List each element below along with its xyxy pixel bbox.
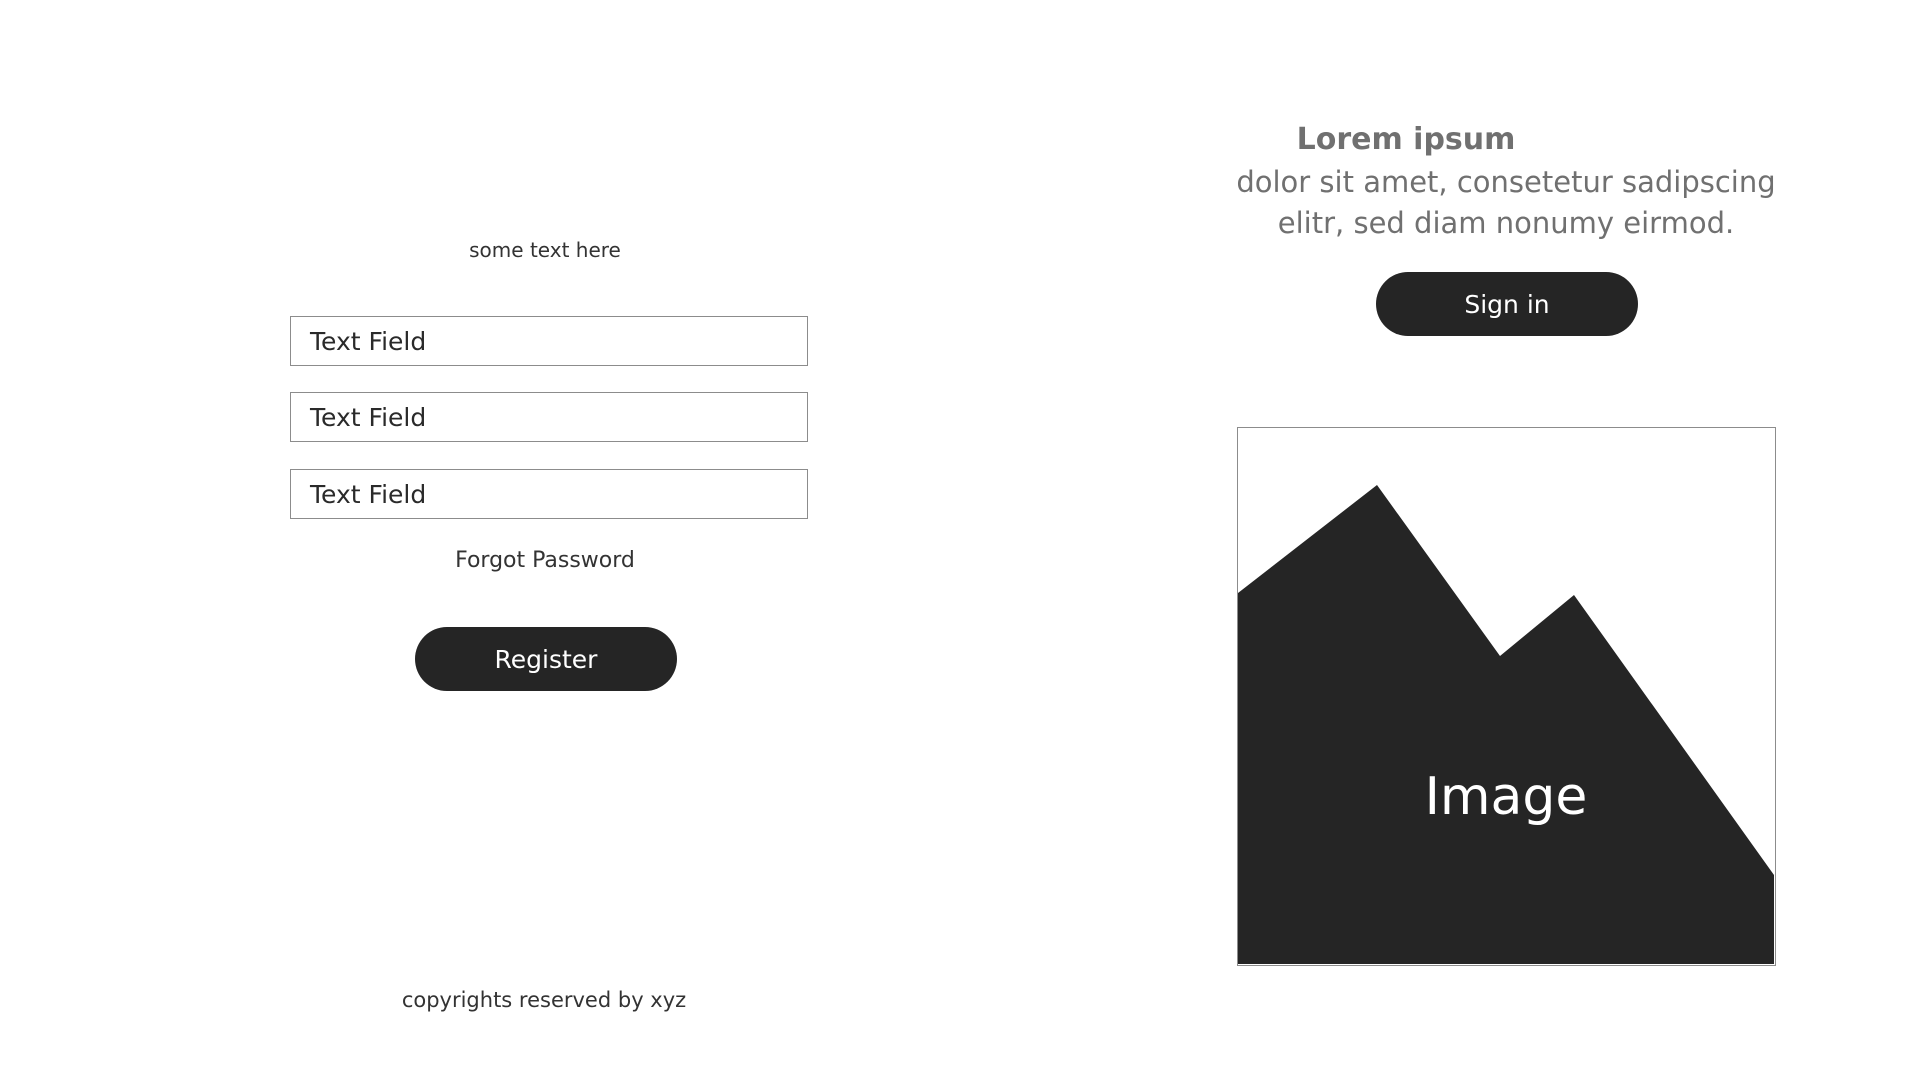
text-field-1[interactable]: Text Field xyxy=(290,316,808,366)
image-placeholder-label: Image xyxy=(1424,767,1588,827)
text-field-2-value: Text Field xyxy=(310,402,427,432)
sign-in-button[interactable]: Sign in xyxy=(1376,272,1638,336)
promo-title: Lorem ipsum xyxy=(1296,122,1516,157)
mountain-image-icon xyxy=(1238,485,1774,964)
copyright-text: copyrights reserved by xyz xyxy=(401,988,687,1012)
register-button-label: Register xyxy=(494,644,598,674)
text-field-2[interactable]: Text Field xyxy=(290,392,808,442)
forgot-password-link[interactable]: Forgot Password xyxy=(290,548,800,573)
register-button[interactable]: Register xyxy=(415,627,677,691)
promo-body: dolor sit amet, consetetur sadipscing el… xyxy=(1236,165,1776,240)
text-field-1-value: Text Field xyxy=(310,326,427,356)
text-field-3-value: Text Field xyxy=(310,479,427,509)
tagline-text: some text here xyxy=(469,238,621,262)
text-field-3[interactable]: Text Field xyxy=(290,469,808,519)
image-placeholder: Image xyxy=(1237,427,1776,966)
sign-in-button-label: Sign in xyxy=(1464,289,1550,319)
